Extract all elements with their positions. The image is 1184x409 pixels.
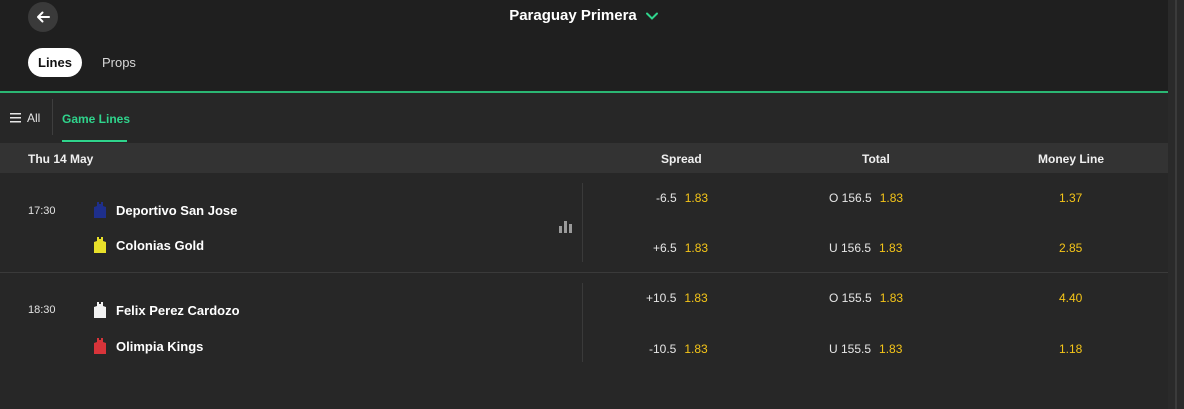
event-time: 18:30 bbox=[28, 304, 56, 316]
market-tabs: Lines Props bbox=[28, 48, 146, 77]
filter-bar: All Game Lines bbox=[0, 93, 1168, 142]
odd-price: 2.85 bbox=[1059, 241, 1083, 255]
jersey-icon bbox=[94, 338, 106, 354]
odd-line: O 156.5 bbox=[829, 191, 872, 205]
moneyline-odd-away[interactable]: 2.85 bbox=[1059, 241, 1082, 255]
jersey-icon bbox=[94, 237, 106, 253]
tab-game-lines[interactable]: Game Lines bbox=[62, 112, 130, 126]
event-time: 17:30 bbox=[28, 205, 56, 217]
odd-price: 1.83 bbox=[684, 241, 709, 255]
odd-price: 1.83 bbox=[879, 291, 904, 305]
moneyline-heading: Money Line bbox=[1038, 152, 1105, 166]
odd-line: -6.5 bbox=[656, 191, 677, 205]
active-tab-underline bbox=[62, 140, 127, 142]
spread-odd-away[interactable]: -10.5 1.83 bbox=[649, 342, 708, 356]
odd-price: 1.83 bbox=[684, 291, 708, 305]
team-name: Deportivo San Jose bbox=[116, 202, 238, 218]
all-filter-label: All bbox=[27, 111, 41, 125]
divider bbox=[52, 99, 53, 135]
date-heading: Thu 14 May bbox=[28, 152, 94, 166]
menu-lines-icon bbox=[10, 113, 21, 123]
team-name: Colonias Gold bbox=[116, 237, 205, 253]
odd-price: 1.83 bbox=[879, 241, 903, 255]
odd-line: O 155.5 bbox=[829, 291, 872, 305]
odd-price: 4.40 bbox=[1059, 291, 1083, 305]
odd-line: -10.5 bbox=[649, 342, 677, 356]
tab-lines[interactable]: Lines bbox=[28, 48, 82, 77]
league-selector[interactable]: Paraguay Primera bbox=[0, 7, 1168, 24]
odd-price: 1.18 bbox=[1059, 342, 1083, 356]
odd-price: 1.37 bbox=[1059, 191, 1083, 205]
total-heading: Total bbox=[862, 152, 890, 166]
event-row: 18:30 Felix Perez Cardozo Olimpia Kings … bbox=[0, 273, 1168, 372]
total-odd-under[interactable]: U 155.5 1.83 bbox=[829, 342, 902, 356]
odd-price: 1.83 bbox=[684, 191, 709, 205]
odd-price: 1.83 bbox=[879, 342, 903, 356]
page-title: Paraguay Primera bbox=[509, 7, 637, 24]
team-home[interactable]: Felix Perez Cardozo bbox=[94, 302, 240, 318]
total-odd-over[interactable]: O 155.5 1.83 bbox=[829, 291, 903, 305]
jersey-icon bbox=[94, 302, 106, 318]
team-away[interactable]: Olimpia Kings bbox=[94, 338, 203, 354]
team-home[interactable]: Deportivo San Jose bbox=[94, 202, 237, 218]
chevron-down-icon bbox=[645, 12, 658, 20]
stats-bars-icon[interactable] bbox=[559, 221, 572, 233]
total-odd-over[interactable]: O 156.5 1.83 bbox=[829, 191, 903, 205]
odd-line: +6.5 bbox=[653, 241, 677, 255]
spread-odd-home[interactable]: -6.5 1.83 bbox=[656, 191, 708, 205]
team-name: Olimpia Kings bbox=[116, 338, 204, 354]
top-bar: Paraguay Primera Lines Props bbox=[0, 0, 1168, 92]
odd-line: U 156.5 bbox=[829, 241, 872, 255]
tab-props[interactable]: Props bbox=[92, 48, 146, 77]
jersey-icon bbox=[94, 202, 106, 218]
all-filter-button[interactable]: All bbox=[10, 111, 40, 125]
market-divider bbox=[582, 283, 583, 362]
moneyline-odd-away[interactable]: 1.18 bbox=[1059, 342, 1082, 356]
odd-line: +10.5 bbox=[646, 291, 677, 305]
team-away[interactable]: Colonias Gold bbox=[94, 237, 204, 253]
total-odd-under[interactable]: U 156.5 1.83 bbox=[829, 241, 902, 255]
column-header: Thu 14 May Spread Total Money Line bbox=[0, 143, 1168, 173]
odd-line: U 155.5 bbox=[829, 342, 872, 356]
odd-price: 1.83 bbox=[684, 342, 708, 356]
team-name: Felix Perez Cardozo bbox=[116, 302, 240, 318]
scrollbar[interactable] bbox=[1168, 0, 1184, 409]
event-row: 17:30 Deportivo San Jose Colonias Gold -… bbox=[0, 173, 1168, 272]
market-divider bbox=[582, 183, 583, 262]
spread-odd-home[interactable]: +10.5 1.83 bbox=[646, 291, 708, 305]
spread-heading: Spread bbox=[661, 152, 702, 166]
moneyline-odd-home[interactable]: 1.37 bbox=[1059, 191, 1082, 205]
moneyline-odd-home[interactable]: 4.40 bbox=[1059, 291, 1082, 305]
odd-price: 1.83 bbox=[879, 191, 904, 205]
spread-odd-away[interactable]: +6.5 1.83 bbox=[653, 241, 708, 255]
